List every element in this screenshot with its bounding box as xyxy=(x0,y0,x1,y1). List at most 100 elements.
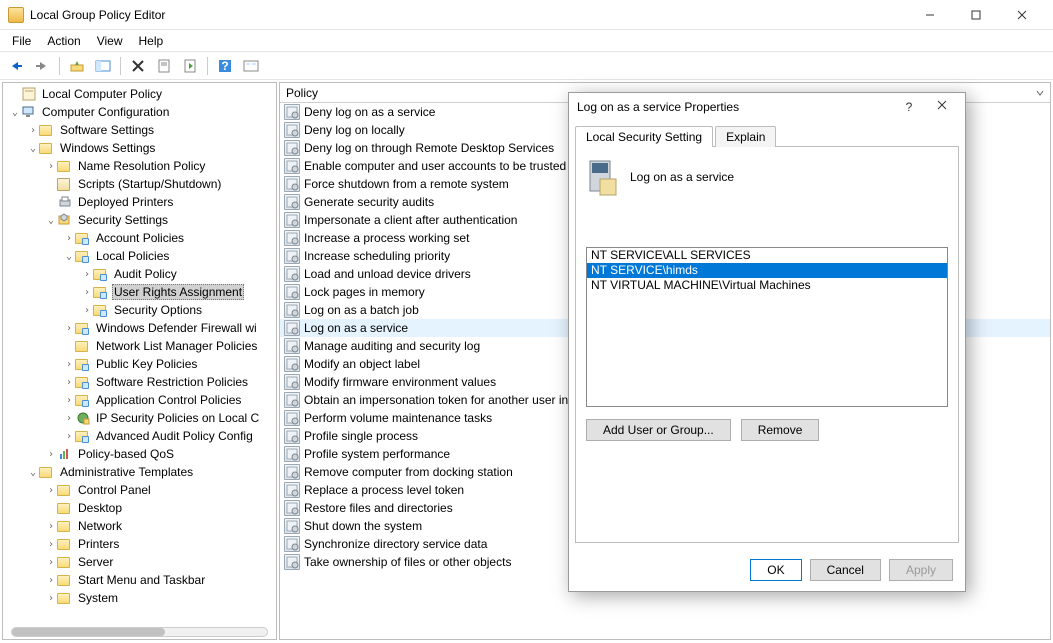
cancel-button[interactable]: Cancel xyxy=(810,559,881,581)
tree-item[interactable]: ›Software Restriction Policies xyxy=(3,373,276,391)
tree-item[interactable]: ›Start Menu and Taskbar xyxy=(3,571,276,589)
folderb-icon xyxy=(75,248,91,264)
dialog-help-button[interactable]: ? xyxy=(899,100,919,114)
tree-item[interactable]: Network List Manager Policies xyxy=(3,337,276,355)
expand-icon[interactable]: › xyxy=(63,359,75,370)
expand-icon[interactable]: › xyxy=(63,323,75,334)
nav-tree[interactable]: Local Computer Policy⌄Computer Configura… xyxy=(3,83,276,639)
apply-button[interactable]: Apply xyxy=(889,559,953,581)
minimize-button[interactable] xyxy=(907,0,953,30)
policy-label: Modify firmware environment values xyxy=(304,375,496,389)
add-user-button[interactable]: Add User or Group... xyxy=(586,419,731,441)
menu-file[interactable]: File xyxy=(4,32,39,50)
delete-button[interactable] xyxy=(126,55,150,77)
expand-icon[interactable]: › xyxy=(45,557,57,568)
tree-item[interactable]: ⌄Computer Configuration xyxy=(3,103,276,121)
policy-label: Impersonate a client after authenticatio… xyxy=(304,213,517,227)
tree-item[interactable]: ›Server xyxy=(3,553,276,571)
back-button[interactable] xyxy=(4,55,28,77)
tab-explain[interactable]: Explain xyxy=(715,126,776,147)
tree-item[interactable]: ›Network xyxy=(3,517,276,535)
remove-button[interactable]: Remove xyxy=(741,419,820,441)
expand-icon[interactable]: › xyxy=(45,593,57,604)
tree-item[interactable]: ›Control Panel xyxy=(3,481,276,499)
tab-local-security[interactable]: Local Security Setting xyxy=(575,126,713,147)
collapse-icon[interactable]: ⌄ xyxy=(27,143,39,154)
export-button[interactable] xyxy=(178,55,202,77)
ok-button[interactable]: OK xyxy=(750,559,801,581)
policy-icon xyxy=(284,392,300,408)
expand-icon[interactable]: › xyxy=(63,413,75,424)
printer-icon xyxy=(57,194,73,210)
tree-item[interactable]: ›Printers xyxy=(3,535,276,553)
menu-action[interactable]: Action xyxy=(39,32,88,50)
policy-icon xyxy=(284,356,300,372)
expand-icon[interactable]: › xyxy=(81,287,93,298)
forward-button[interactable] xyxy=(30,55,54,77)
expand-icon[interactable]: › xyxy=(81,269,93,280)
expand-icon[interactable]: › xyxy=(63,233,75,244)
policy-icon xyxy=(284,140,300,156)
expand-icon[interactable]: › xyxy=(45,539,57,550)
tree-item[interactable]: Desktop xyxy=(3,499,276,517)
expand-icon[interactable]: › xyxy=(27,125,39,136)
show-hide-tree-button[interactable] xyxy=(91,55,115,77)
tree-item[interactable]: ⌄Windows Settings xyxy=(3,139,276,157)
tree-item[interactable]: Local Computer Policy xyxy=(3,85,276,103)
tree-item[interactable]: ›Advanced Audit Policy Config xyxy=(3,427,276,445)
policy-label: Force shutdown from a remote system xyxy=(304,177,509,191)
tree-item[interactable]: ⌄Security Settings xyxy=(3,211,276,229)
expand-icon[interactable]: › xyxy=(81,305,93,316)
folder-icon xyxy=(39,464,55,480)
tree-item[interactable]: ›Security Options xyxy=(3,301,276,319)
tree-item[interactable]: ›User Rights Assignment xyxy=(3,283,276,301)
expand-icon[interactable]: › xyxy=(45,449,57,460)
policy-label: Perform volume maintenance tasks xyxy=(304,411,492,425)
expand-icon[interactable]: › xyxy=(63,431,75,442)
member-item[interactable]: NT SERVICE\himds xyxy=(587,263,947,278)
expand-icon[interactable]: › xyxy=(63,395,75,406)
horizontal-scrollbar[interactable] xyxy=(11,627,268,637)
tree-item[interactable]: › Account Policies xyxy=(3,229,276,247)
filter-button[interactable] xyxy=(239,55,263,77)
collapse-icon[interactable]: ⌄ xyxy=(27,467,39,478)
members-listbox[interactable]: NT SERVICE\ALL SERVICESNT SERVICE\himdsN… xyxy=(586,247,948,407)
tree-item[interactable]: ›Audit Policy xyxy=(3,265,276,283)
menu-view[interactable]: View xyxy=(89,32,131,50)
tree-item[interactable]: ›Name Resolution Policy xyxy=(3,157,276,175)
tree-item[interactable]: ›Policy-based QoS xyxy=(3,445,276,463)
policy-icon xyxy=(284,266,300,282)
tree-item[interactable]: Deployed Printers xyxy=(3,193,276,211)
tree-item[interactable]: ⌄Administrative Templates xyxy=(3,463,276,481)
tree-item[interactable]: ›System xyxy=(3,589,276,607)
member-item[interactable]: NT VIRTUAL MACHINE\Virtual Machines xyxy=(587,278,947,293)
tree-item[interactable]: ›Software Settings xyxy=(3,121,276,139)
tree-item[interactable]: ›Public Key Policies xyxy=(3,355,276,373)
expand-icon[interactable]: › xyxy=(45,161,57,172)
dialog-close-button[interactable] xyxy=(937,100,957,114)
folder-icon xyxy=(39,140,55,156)
tree-item[interactable]: Scripts (Startup/Shutdown) xyxy=(3,175,276,193)
tree-item[interactable]: ›Windows Defender Firewall wi xyxy=(3,319,276,337)
folderb-icon xyxy=(75,374,91,390)
tree-item[interactable]: ›IP Security Policies on Local C xyxy=(3,409,276,427)
menu-help[interactable]: Help xyxy=(131,32,172,50)
tree-item-label: Account Policies xyxy=(94,231,186,245)
policy-icon xyxy=(284,302,300,318)
tree-item[interactable]: ⌄Local Policies xyxy=(3,247,276,265)
collapse-icon[interactable]: ⌄ xyxy=(9,107,21,118)
collapse-icon[interactable]: ⌄ xyxy=(63,251,75,262)
close-button[interactable] xyxy=(999,0,1045,30)
member-item[interactable]: NT SERVICE\ALL SERVICES xyxy=(587,248,947,263)
up-button[interactable] xyxy=(65,55,89,77)
maximize-button[interactable] xyxy=(953,0,999,30)
expand-icon[interactable]: › xyxy=(45,521,57,532)
expand-icon[interactable]: › xyxy=(63,377,75,388)
tree-item[interactable]: ›Application Control Policies xyxy=(3,391,276,409)
properties-button[interactable] xyxy=(152,55,176,77)
expand-icon[interactable]: › xyxy=(45,575,57,586)
help-button[interactable]: ? xyxy=(213,55,237,77)
folderb-icon xyxy=(75,320,91,336)
expand-icon[interactable]: › xyxy=(45,485,57,496)
collapse-icon[interactable]: ⌄ xyxy=(45,215,57,226)
